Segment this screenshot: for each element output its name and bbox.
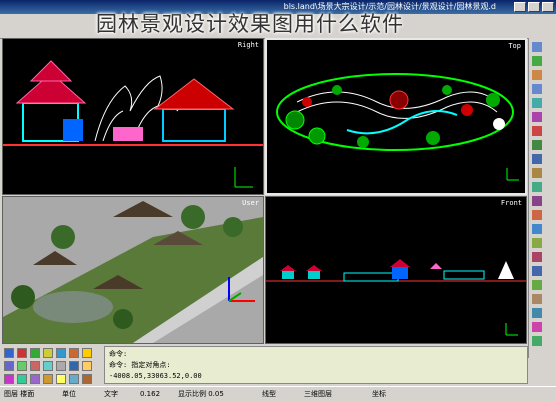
orbit-icon[interactable] [30,374,40,384]
status-item[interactable]: 单位 [62,387,76,401]
status-item: 0.162 [140,390,161,398]
mirror-tool-icon[interactable] [532,238,542,248]
rectangle-tool-icon[interactable] [532,98,542,108]
status-item[interactable]: 线型 [262,387,276,401]
save-icon[interactable] [69,361,79,371]
front-elevation-drawing [266,259,526,336]
command-history-line: 命令: [109,350,128,358]
draw-tool-palette [528,38,556,358]
perspective-render [3,201,263,343]
trim-tool-icon[interactable] [532,196,542,206]
viewport-label: User [242,199,259,207]
fillet-tool-icon[interactable] [532,266,542,276]
rotate-tool-icon[interactable] [532,168,542,178]
properties-tool-icon[interactable] [532,308,542,318]
elevation-drawing [3,60,263,188]
polyline-tool-icon[interactable] [532,56,542,66]
grid-icon[interactable] [17,348,27,358]
pan-tool-icon[interactable] [532,336,542,346]
polar-icon[interactable] [43,348,53,358]
minimize-button[interactable] [514,2,526,12]
block-icon[interactable] [82,374,92,384]
window-controls [514,2,554,12]
shade-icon[interactable] [17,374,27,384]
render-icon[interactable] [4,374,14,384]
move-tool-icon[interactable] [532,140,542,150]
zoom-tool-icon[interactable] [532,322,542,332]
plan-drawing [276,73,519,181]
light-icon[interactable] [56,374,66,384]
material-icon[interactable] [69,374,79,384]
ucs-icon [234,167,253,188]
explode-tool-icon[interactable] [532,280,542,290]
extend-tool-icon[interactable] [532,210,542,220]
offset-tool-icon[interactable] [532,224,542,234]
viewport-front[interactable]: Front [265,196,527,344]
arc-tool-icon[interactable] [532,84,542,94]
snap-icon[interactable] [4,348,14,358]
status-item[interactable]: 文字 [104,387,118,401]
status-bar: 图层 楼面 单位 文字 0.162 显示比例 0.05 线型 三维图层 坐标 [0,386,556,401]
close-button[interactable] [542,2,554,12]
viewport-label: Right [237,41,259,49]
circle-tool-icon[interactable] [532,70,542,80]
redo-icon[interactable] [17,361,27,371]
paste-icon[interactable] [43,361,53,371]
camera-icon[interactable] [43,374,53,384]
maximize-button[interactable] [528,2,540,12]
otrack-icon[interactable] [69,348,79,358]
osnap-icon[interactable] [56,348,66,358]
undo-icon[interactable] [4,361,14,371]
command-coordinates: -4008.05,33063.52,0.00 [109,372,202,380]
hatch-tool-icon[interactable] [532,112,542,122]
viewport-right[interactable]: Right [2,38,264,195]
viewport-label: Front [500,199,522,207]
array-tool-icon[interactable] [532,252,542,262]
layer-tool-icon[interactable] [532,294,542,304]
open-icon[interactable] [82,361,92,371]
command-history-line: 命令: 指定对角点: [109,361,171,369]
viewport-user[interactable]: User [2,196,264,344]
print-icon[interactable] [56,361,66,371]
status-item[interactable]: 显示比例 0.05 [178,387,224,401]
copy-tool-icon[interactable] [532,154,542,164]
command-line[interactable]: 命令: 命令: 指定对角点: -4008.05,33063.52,0.00 [104,346,528,384]
ortho-icon[interactable] [30,348,40,358]
cut-icon[interactable] [30,361,40,371]
status-item[interactable]: 坐标 [372,387,386,401]
viewport-label: Top [508,42,521,50]
lineweight-icon[interactable] [82,348,92,358]
page-title: 园林景观设计效果图用什么软件 [96,12,404,36]
modify-toolbar [0,344,104,386]
viewport-top[interactable]: Top [265,38,527,195]
status-item[interactable]: 图层 楼面 [4,387,34,401]
line-tool-icon[interactable] [532,42,542,52]
status-item[interactable]: 三维图层 [304,387,332,401]
scale-tool-icon[interactable] [532,182,542,192]
text-tool-icon[interactable] [532,126,542,136]
